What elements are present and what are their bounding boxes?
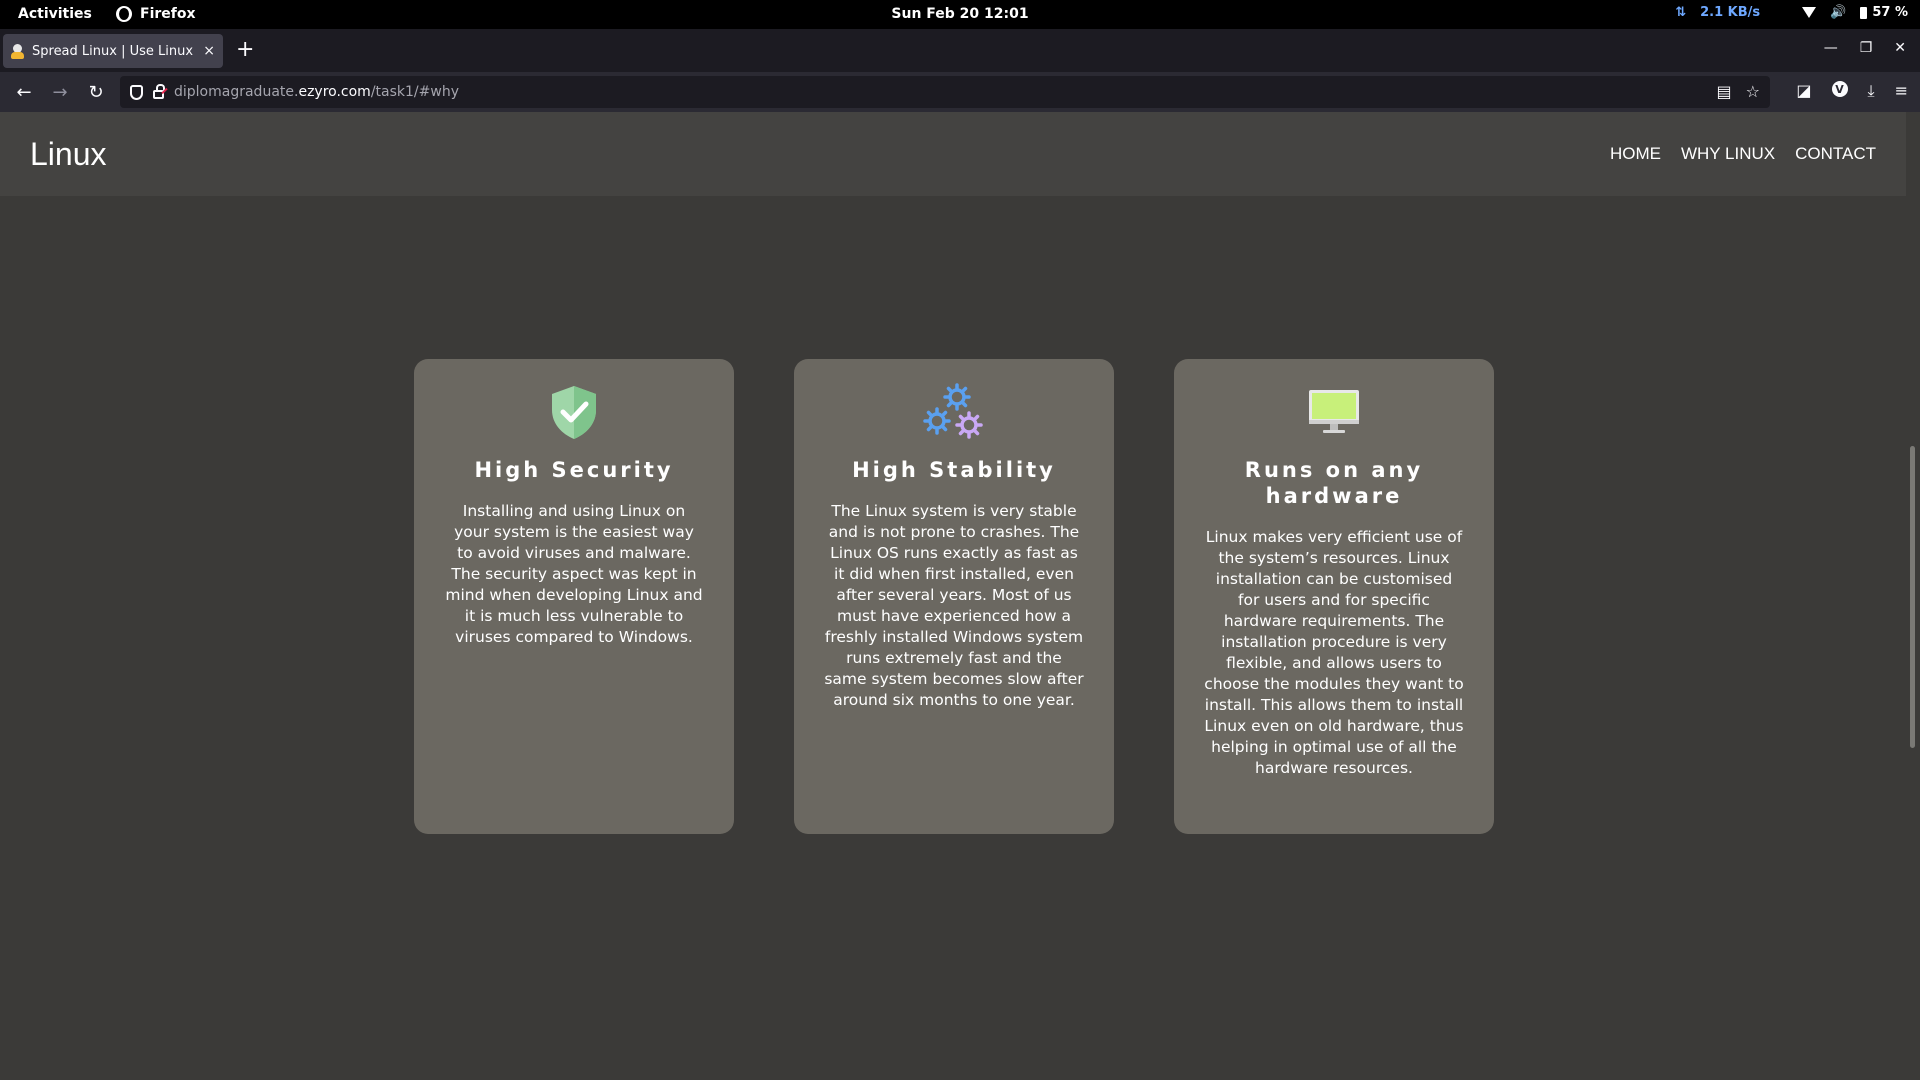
tab-spread-linux[interactable]: Spread Linux | Use Linux | × [3,34,223,68]
reader-view-icon[interactable]: ▤ [1717,82,1732,101]
feature-card-security: High Security Installing and using Linux… [414,359,734,834]
status-area[interactable]: ⇅ 2.1 KB/s 🔊 57 % [1675,5,1908,20]
battery-icon [1860,6,1868,19]
system-top-bar: Activities Firefox Sun Feb 20 12:01 ⇅ 2.… [0,0,1920,29]
tab-title: Spread Linux | Use Linux | [32,43,196,59]
shield-check-icon [444,381,704,443]
nav-home[interactable]: HOME [1610,144,1661,164]
volume-icon: 🔊 [1830,5,1847,20]
restore-icon[interactable]: ❐ [1860,40,1873,56]
web-page: Linux HOME WHY LINUX CONTACT High Securi… [0,112,1906,1080]
back-button[interactable]: ← [6,82,42,103]
url-text[interactable]: diplomagraduate.ezyro.com/task1/#why [174,84,459,100]
pocket-icon[interactable]: ◪ [1796,81,1811,101]
feature-card-stability: High Stability The Linux system is very … [794,359,1114,834]
scrollbar-thumb[interactable] [1910,446,1915,748]
network-speed: 2.1 KB/s [1700,5,1761,20]
tux-favicon-icon [11,43,24,59]
card-text: The Linux system is very stable and is n… [824,502,1084,709]
card-title: High Stability [852,458,1056,482]
close-window-icon[interactable]: ✕ [1894,40,1906,56]
card-title: High Security [474,458,674,482]
page-scrollbar[interactable] [1906,112,1920,1080]
forward-button[interactable]: → [42,82,78,103]
reload-button[interactable]: ↻ [78,82,114,103]
tracking-protection-shield-icon[interactable] [130,84,143,100]
card-text: Linux makes very efficient use of the sy… [1204,528,1464,777]
site-header: Linux HOME WHY LINUX CONTACT [0,112,1906,196]
card-title: Runs on any hardware [1244,458,1424,508]
wifi-icon [1802,6,1817,19]
downloads-icon[interactable]: ⤓ [1868,81,1875,101]
new-tab-button[interactable]: + [236,39,254,61]
tab-strip: Spread Linux | Use Linux | × + — ❐ ✕ [0,29,1920,72]
close-tab-icon[interactable]: × [203,43,215,59]
gears-icon [824,381,1084,443]
battery-indicator: 57 % [1860,5,1908,20]
url-bar[interactable]: diplomagraduate.ezyro.com/task1/#why ▤ ☆ [120,76,1770,108]
nav-why-linux[interactable]: WHY LINUX [1681,144,1775,164]
bookmark-star-icon[interactable]: ☆ [1746,82,1760,101]
nav-contact[interactable]: CONTACT [1795,144,1876,164]
network-arrows-icon: ⇅ [1675,5,1687,20]
minimize-icon[interactable]: — [1824,40,1838,56]
menu-icon[interactable]: ≡ [1895,81,1908,101]
site-nav: HOME WHY LINUX CONTACT [1610,144,1876,164]
feature-card-hardware: Runs on any hardware Linux makes very ef… [1174,359,1494,834]
site-brand[interactable]: Linux [30,136,107,173]
monitor-icon [1204,381,1464,443]
navigation-toolbar: ← → ↻ diplomagraduate.ezyro.com/task1/#w… [0,72,1920,112]
clock[interactable]: Sun Feb 20 12:01 [0,6,1920,22]
extension-v-icon[interactable]: V [1831,81,1848,97]
window-controls: — ❐ ✕ [1824,40,1906,56]
toolbar-right: ◪ V ⤓ ≡ [1796,81,1908,101]
battery-percent: 57 % [1872,5,1908,20]
url-bar-actions: ▤ ☆ [1717,82,1760,101]
card-text: Installing and using Linux on your syste… [445,502,703,646]
insecure-lock-icon[interactable] [153,83,165,99]
